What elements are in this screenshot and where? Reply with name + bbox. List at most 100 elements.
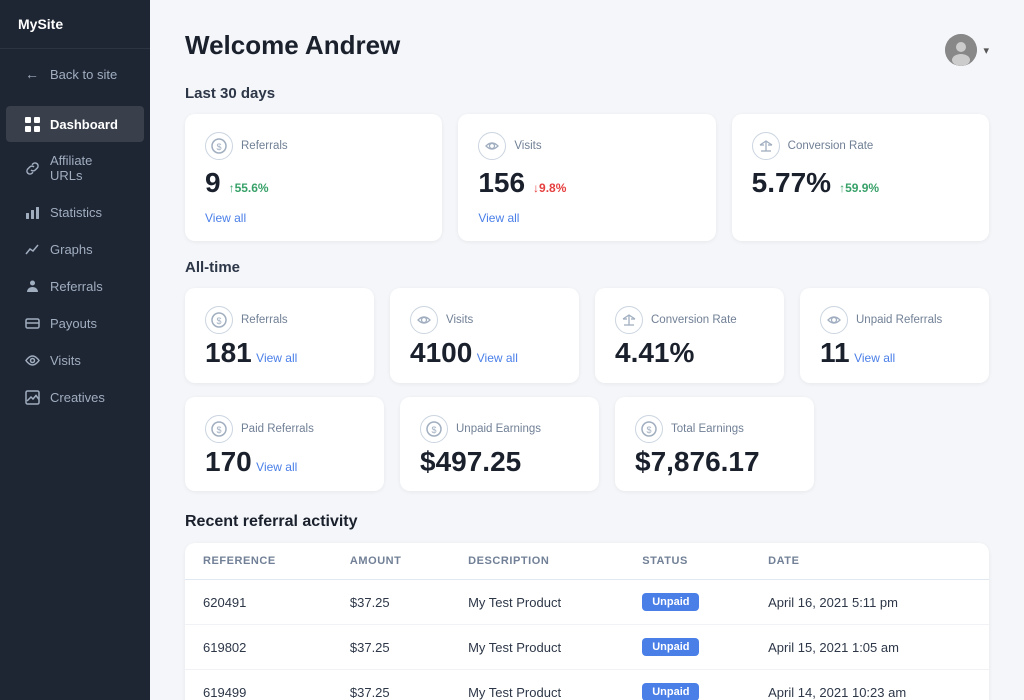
dashboard-icon [24,116,40,132]
card-label-conversion-all: Conversion Rate [651,314,737,326]
sidebar-item-visits[interactable]: Visits [6,342,144,378]
col-status: Status [624,543,750,580]
last30-cards: $ Referrals 9 ↑55.6% View all Visits 156… [185,114,989,241]
sidebar-label-referrals: Referrals [50,279,103,294]
sidebar-item-dashboard[interactable]: Dashboard [6,106,144,142]
avatar [945,34,977,66]
sidebar-item-payouts[interactable]: Payouts [6,305,144,341]
card-value-conversion-all: 4.41% [615,337,694,368]
sidebar-item-statistics[interactable]: Statistics [6,194,144,230]
card-conversion-all: Conversion Rate 4.41% [595,288,784,383]
site-logo: MySite [0,0,150,49]
sidebar-label-dashboard: Dashboard [50,117,118,132]
cell-description: My Test Product [450,670,624,700]
card-value-conversion-30: 5.77% [752,168,831,199]
card-paid-referrals-all: $ Paid Referrals 170 View all [185,397,384,492]
table-row: 619499 $37.25 My Test Product Unpaid Apr… [185,670,989,700]
view-all-referrals-all[interactable]: View all [256,351,297,365]
sidebar-item-referrals[interactable]: Referrals [6,268,144,304]
card-icon-unpaid-earnings-all: $ [420,415,448,443]
badge-visits-30: ↓9.8% [533,181,566,195]
svg-text:$: $ [216,316,221,326]
card-value-unpaid-referrals-all: 11 [820,337,850,368]
sidebar-item-graphs[interactable]: Graphs [6,231,144,267]
sidebar-nav: Dashboard Affiliate URLs Statistics Graphs R… [0,99,150,422]
alltime-row1: $ Referrals 181 View all Visits 4100 Vie… [185,288,989,383]
alltime-row2: $ Paid Referrals 170 View all $ Unpaid E… [185,397,989,492]
cell-reference: 619802 [185,625,332,670]
view-all-visits-30[interactable]: View all [478,211,519,225]
card-value-paid-referrals-all: 170 [205,446,252,477]
activity-table-container: ReferenceAmountDescriptionStatusDate 620… [185,543,989,700]
view-all-referrals-30[interactable]: View all [205,211,246,225]
card-icon-visits-all [410,306,438,334]
back-label: Back to site [50,67,117,82]
card-label-unpaid-earnings-all: Unpaid Earnings [456,423,541,435]
cell-date: April 14, 2021 10:23 am [750,670,989,700]
user-menu[interactable]: ▾ [945,34,989,66]
cell-date: April 16, 2021 5:11 pm [750,580,989,625]
card-icon-conversion-all [615,306,643,334]
sidebar-item-affiliate-urls[interactable]: Affiliate URLs [6,143,144,193]
badge-referrals-30: ↑55.6% [229,181,269,195]
table-row: 619802 $37.25 My Test Product Unpaid Apr… [185,625,989,670]
view-all-visits-all[interactable]: View all [477,351,518,365]
main-content: Welcome Andrew ▾ Last 30 days $ Referral… [150,0,1024,700]
col-amount: Amount [332,543,450,580]
card-label-unpaid-referrals-all: Unpaid Referrals [856,314,942,326]
card-icon-paid-referrals-all: $ [205,415,233,443]
view-all-unpaid-referrals-all[interactable]: View all [854,351,895,365]
last30-label: Last 30 days [185,85,989,102]
card-visits-all: Visits 4100 View all [390,288,579,383]
visits-icon [24,352,40,368]
status-badge: Unpaid [642,683,699,700]
svg-text:$: $ [431,425,436,435]
sidebar-item-creatives[interactable]: Creatives [6,379,144,415]
card-visits-30: Visits 156 ↓9.8% View all [458,114,715,241]
sidebar-item-back[interactable]: ← Back to site [6,56,144,92]
cell-reference: 620491 [185,580,332,625]
cell-status: Unpaid [624,670,750,700]
sidebar: MySite ← Back to site Dashboard Affiliate… [0,0,150,700]
card-total-earnings-all: $ Total Earnings $7,876.17 [615,397,814,492]
cell-status: Unpaid [624,625,750,670]
graphs-icon [24,241,40,257]
card-label-paid-referrals-all: Paid Referrals [241,423,314,435]
card-referrals-30: $ Referrals 9 ↑55.6% View all [185,114,442,241]
svg-text:$: $ [216,425,221,435]
cell-description: My Test Product [450,625,624,670]
card-icon-unpaid-referrals-all [820,306,848,334]
card-unpaid-earnings-all: $ Unpaid Earnings $497.25 [400,397,599,492]
page-title: Welcome Andrew [185,30,400,61]
card-label-conversion-30: Conversion Rate [788,140,874,152]
card-label-referrals-all: Referrals [241,314,288,326]
table-body: 620491 $37.25 My Test Product Unpaid Apr… [185,580,989,700]
sidebar-label-payouts: Payouts [50,316,97,331]
sidebar-label-statistics: Statistics [50,205,102,220]
card-value-referrals-30: 9 [205,168,221,199]
sidebar-label-creatives: Creatives [50,390,105,405]
sidebar-label-affiliate-urls: Affiliate URLs [50,153,126,183]
referrals-icon [24,278,40,294]
sidebar-label-visits: Visits [50,353,81,368]
activity-table: ReferenceAmountDescriptionStatusDate 620… [185,543,989,700]
table-row: 620491 $37.25 My Test Product Unpaid Apr… [185,580,989,625]
cell-amount: $37.25 [332,580,450,625]
back-icon: ← [24,66,40,82]
col-description: Description [450,543,624,580]
alltime-label: All-time [185,259,989,276]
card-value-total-earnings-all: $7,876.17 [635,446,760,477]
card-icon-visits-30 [478,132,506,160]
statistics-icon [24,204,40,220]
card-placeholder [830,397,989,492]
affiliate-urls-icon [24,160,40,176]
activity-title: Recent referral activity [185,513,989,531]
svg-text:$: $ [646,425,651,435]
card-conversion-30: Conversion Rate 5.77% ↑59.9% [732,114,989,241]
card-label-total-earnings-all: Total Earnings [671,423,744,435]
view-all-paid-referrals-all[interactable]: View all [256,460,297,474]
card-value-visits-30: 156 [478,168,525,199]
card-icon-referrals-all: $ [205,306,233,334]
card-icon-referrals-30: $ [205,132,233,160]
card-icon-total-earnings-all: $ [635,415,663,443]
